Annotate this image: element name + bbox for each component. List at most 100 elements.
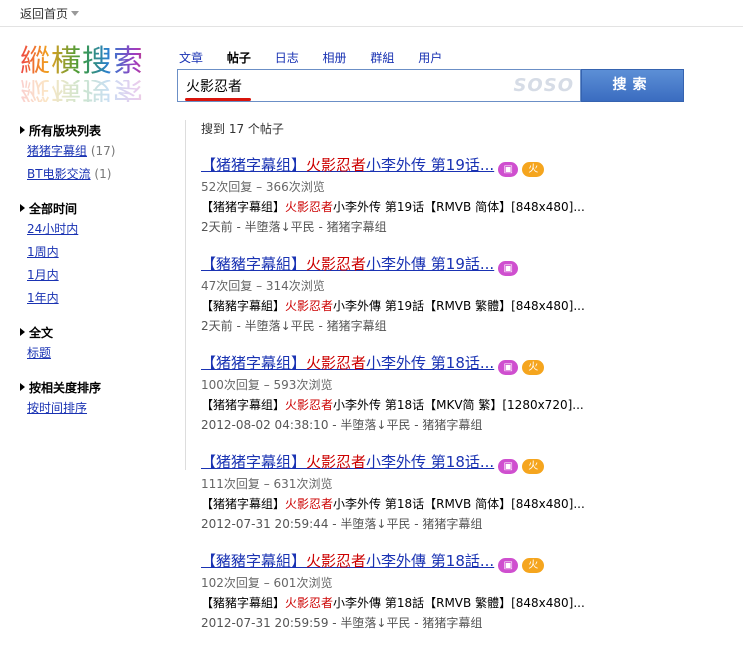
title-prefix: 【猪猪字幕组】 (201, 453, 307, 471)
result-item: 【豬豬字幕組】火影忍者小李外傳 第18話... ▣ 火 102次回复 – 601次浏… (201, 550, 721, 633)
search-bar: SOSO 搜索 (177, 69, 684, 102)
title-highlight: 火影忍者 (306, 255, 367, 273)
sidebar-item-time: 1周内 (27, 241, 170, 264)
group-title: 所有版块列表 (20, 122, 170, 140)
result-source: 2012-07-31 20:59:44 - 半堕落↓平民 - 猪猪字幕组 (201, 517, 483, 531)
sidebar-item-time: 24小时内 (27, 218, 170, 241)
divider (185, 120, 186, 470)
result-source: 2天前 - 半堕落↓平民 - 猪猪字幕组 (201, 220, 387, 234)
tab-groups[interactable]: 群組 (370, 49, 394, 66)
forum-link[interactable]: BT电影交流 (27, 167, 91, 181)
hot-badge-icon: 火 (522, 360, 545, 375)
result-title-link[interactable]: 【猪猪字幕组】火影忍者小李外传 第19话... (201, 156, 494, 174)
title-suffix: 小李外傳 第19話... (366, 255, 495, 273)
filter-group-sort: 按相关度排序 按时间排序 (20, 379, 170, 420)
search-button[interactable]: 搜索 (581, 69, 684, 102)
sidebar-item-forum: BT电影交流 (1) (27, 163, 170, 186)
triangle-right-icon (20, 383, 25, 391)
time-filter-link[interactable]: 1月内 (27, 268, 59, 282)
result-item: 【豬豬字幕組】火影忍者小李外傳 第19話... ▣ 47次回复 – 314次浏览 … (201, 253, 721, 336)
snippet-highlight: 火影忍者 (285, 200, 334, 214)
results-list: 搜到 17 个帖子 【猪猪字幕组】火影忍者小李外传 第19话... ▣ 火 52次回… (201, 122, 721, 649)
snippet-prefix: 【猪猪字幕组】 (201, 200, 286, 214)
snippet-highlight: 火影忍者 (285, 596, 334, 610)
title-highlight: 火影忍者 (306, 156, 367, 174)
triangle-right-icon (20, 126, 25, 134)
filter-group-scope: 全文 标题 (20, 324, 170, 365)
group-title-label: 所有版块列表 (29, 124, 102, 138)
time-filter-link[interactable]: 1周内 (27, 245, 59, 259)
result-source: 2天前 - 半堕落↓平民 - 猪猪字幕组 (201, 319, 387, 333)
result-title-link[interactable]: 【豬豬字幕組】火影忍者小李外傳 第18話... (201, 552, 494, 570)
tab-posts[interactable]: 帖子 (227, 49, 251, 66)
result-title-link[interactable]: 【猪猪字幕组】火影忍者小李外传 第18话... (201, 453, 494, 471)
snippet-highlight: 火影忍者 (285, 497, 334, 511)
title-highlight: 火影忍者 (306, 552, 367, 570)
picture-badge-icon: ▣ (498, 558, 519, 573)
scope-filter-link[interactable]: 标题 (27, 346, 51, 360)
result-title: 【猪猪字幕组】火影忍者小李外传 第18话... ▣ 火 (201, 352, 721, 375)
sidebar-item-sort: 按时间排序 (27, 397, 170, 420)
snippet-suffix: 小李外传 第19话【RMVB 简体】[848x480]... (333, 200, 585, 214)
logo-text: 縱橫搜索 (20, 44, 156, 80)
picture-badge-icon: ▣ (498, 261, 519, 276)
snippet-prefix: 【猪猪字幕组】 (201, 398, 286, 412)
top-bar: 返回首页 (0, 0, 743, 27)
group-title: 按相关度排序 (20, 379, 170, 397)
picture-badge-icon: ▣ (498, 360, 519, 375)
snippet-prefix: 【豬豬字幕組】 (201, 299, 286, 313)
result-meta: 111次回复 – 631次浏览 (201, 477, 333, 491)
title-suffix: 小李外传 第18话... (366, 354, 495, 372)
logo[interactable]: 縱橫搜索 縱橫搜索 (20, 44, 156, 102)
logo-reflection: 縱橫搜索 (20, 80, 156, 102)
tab-logs[interactable]: 日志 (275, 49, 299, 66)
sidebar-item-scope: 标题 (27, 342, 170, 365)
hot-badge-icon: 火 (522, 162, 545, 177)
result-item: 【猪猪字幕组】火影忍者小李外传 第18话... ▣ 火 111次回复 – 631次浏… (201, 451, 721, 534)
snippet-prefix: 【豬豬字幕組】 (201, 596, 286, 610)
title-highlight: 火影忍者 (306, 354, 367, 372)
sort-link[interactable]: 按时间排序 (27, 401, 87, 415)
soso-brand: SOSO (513, 75, 574, 96)
result-meta: 47次回复 – 314次浏览 (201, 279, 325, 293)
result-title-link[interactable]: 【豬豬字幕組】火影忍者小李外傳 第19話... (201, 255, 494, 273)
snippet-suffix: 小李外傳 第19話【RMVB 繁體】[848x480]... (333, 299, 585, 313)
hot-badge-icon: 火 (522, 558, 545, 573)
title-suffix: 小李外传 第19话... (366, 156, 495, 174)
sidebar: 所有版块列表 猪猪字幕组 (17) BT电影交流 (1) 全部时间 24小时内 … (20, 122, 170, 434)
chevron-down-icon[interactable] (71, 11, 80, 16)
triangle-right-icon (20, 204, 25, 212)
result-source: 2012-07-31 20:59:59 - 半堕落↓平民 - 猪猪字幕组 (201, 616, 483, 630)
title-prefix: 【猪猪字幕组】 (201, 354, 307, 372)
group-title-label: 按相关度排序 (29, 381, 102, 395)
tab-users[interactable]: 用户 (418, 49, 442, 66)
forum-link[interactable]: 猪猪字幕组 (27, 144, 87, 158)
item-count: (1) (94, 167, 112, 181)
result-snippet: 【猪猪字幕组】火影忍者小李外传 第18话【MKV简 繁】[1280x720]..… (201, 395, 721, 415)
tab-articles[interactable]: 文章 (179, 49, 203, 66)
result-title: 【猪猪字幕组】火影忍者小李外传 第19话... ▣ 火 (201, 154, 721, 177)
title-suffix: 小李外傳 第18話... (366, 552, 495, 570)
title-prefix: 【豬豬字幕組】 (201, 255, 307, 273)
snippet-suffix: 小李外传 第18话【RMVB 简体】[848x480]... (333, 497, 585, 511)
result-title: 【豬豬字幕組】火影忍者小李外傳 第18話... ▣ 火 (201, 550, 721, 573)
result-snippet: 【豬豬字幕組】火影忍者小李外傳 第19話【RMVB 繁體】[848x480]..… (201, 296, 721, 316)
result-snippet: 【猪猪字幕组】火影忍者小李外传 第19话【RMVB 简体】[848x480]..… (201, 197, 721, 217)
sidebar-item-forum: 猪猪字幕组 (17) (27, 140, 170, 163)
snippet-suffix: 小李外传 第18话【MKV简 繁】[1280x720]... (333, 398, 584, 412)
result-snippet: 【猪猪字幕组】火影忍者小李外传 第18话【RMVB 简体】[848x480]..… (201, 494, 721, 514)
title-suffix: 小李外传 第18话... (366, 453, 495, 471)
time-filter-link[interactable]: 1年内 (27, 291, 59, 305)
result-title-link[interactable]: 【猪猪字幕组】火影忍者小李外传 第18话... (201, 354, 494, 372)
title-prefix: 【猪猪字幕组】 (201, 156, 307, 174)
time-filter-link[interactable]: 24小时内 (27, 222, 78, 236)
back-home-link[interactable]: 返回首页 (20, 5, 80, 22)
result-summary: 搜到 17 个帖子 (201, 122, 284, 136)
search-input[interactable] (184, 75, 518, 97)
tab-albums[interactable]: 相册 (323, 49, 347, 66)
snippet-highlight: 火影忍者 (285, 299, 334, 313)
filter-group-time: 全部时间 24小时内 1周内 1月内 1年内 (20, 200, 170, 310)
group-title: 全文 (20, 324, 170, 342)
result-title: 【豬豬字幕組】火影忍者小李外傳 第19話... ▣ (201, 253, 721, 276)
result-item: 【猪猪字幕组】火影忍者小李外传 第18话... ▣ 火 100次回复 – 593次浏… (201, 352, 721, 435)
